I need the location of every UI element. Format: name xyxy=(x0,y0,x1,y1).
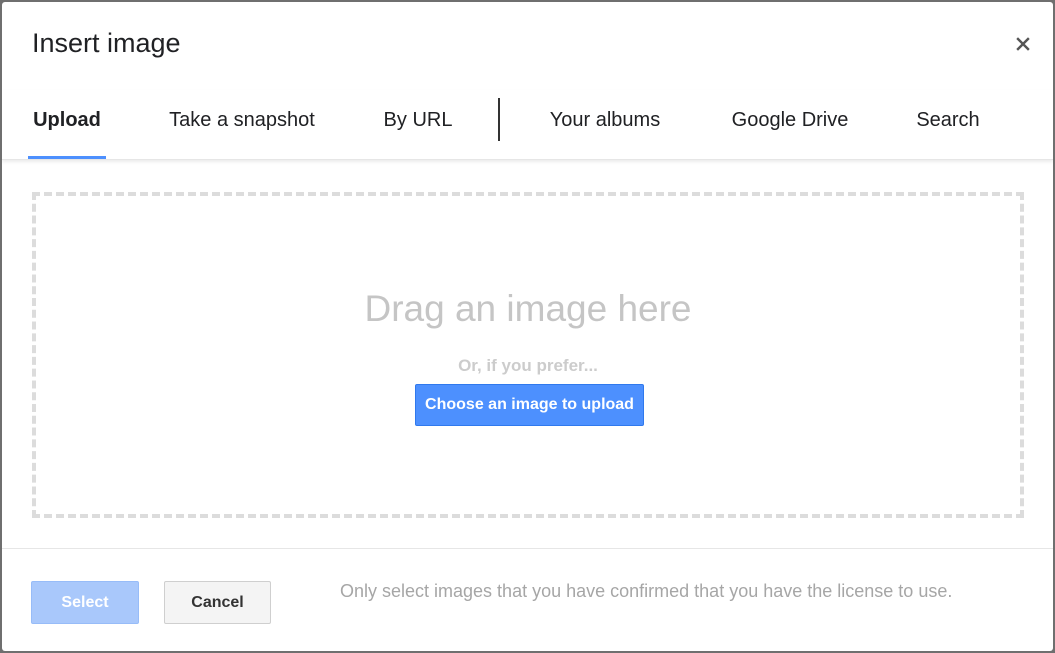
tab-label: Google Drive xyxy=(731,109,849,131)
active-tab-indicator xyxy=(28,156,106,159)
tab-google-drive[interactable]: Google Drive xyxy=(724,90,856,160)
cancel-button[interactable]: Cancel xyxy=(164,581,271,624)
tab-label: Your albums xyxy=(549,109,661,131)
tab-take-a-snapshot[interactable]: Take a snapshot xyxy=(160,90,324,160)
close-button[interactable] xyxy=(1011,32,1035,56)
tab-label: By URL xyxy=(383,109,453,131)
select-button[interactable]: Select xyxy=(31,581,139,624)
tab-label: Upload xyxy=(33,109,101,131)
tab-bar: Upload Take a snapshot By URL Your album… xyxy=(2,90,1053,160)
image-drop-zone[interactable]: Drag an image here Or, if you prefer... … xyxy=(32,192,1024,518)
license-note: Only select images that you have confirm… xyxy=(340,581,953,601)
choose-image-button[interactable]: Choose an image to upload xyxy=(415,384,644,426)
tab-search[interactable]: Search xyxy=(908,90,988,160)
tab-upload[interactable]: Upload xyxy=(28,90,106,160)
dialog-title: Insert image xyxy=(32,28,181,58)
tab-label: Take a snapshot xyxy=(169,109,315,131)
dialog-footer: Select Cancel Only select images that yo… xyxy=(2,548,1053,651)
tab-your-albums[interactable]: Your albums xyxy=(540,90,670,160)
insert-image-dialog: Insert image Upload Take a snapshot By U… xyxy=(2,2,1053,651)
tab-divider xyxy=(498,98,500,141)
prefer-text: Or, if you prefer... xyxy=(458,356,598,375)
tab-label: Search xyxy=(916,109,980,131)
close-icon xyxy=(1016,37,1030,51)
tab-by-url[interactable]: By URL xyxy=(378,90,458,160)
drag-image-text: Drag an image here xyxy=(364,288,692,329)
